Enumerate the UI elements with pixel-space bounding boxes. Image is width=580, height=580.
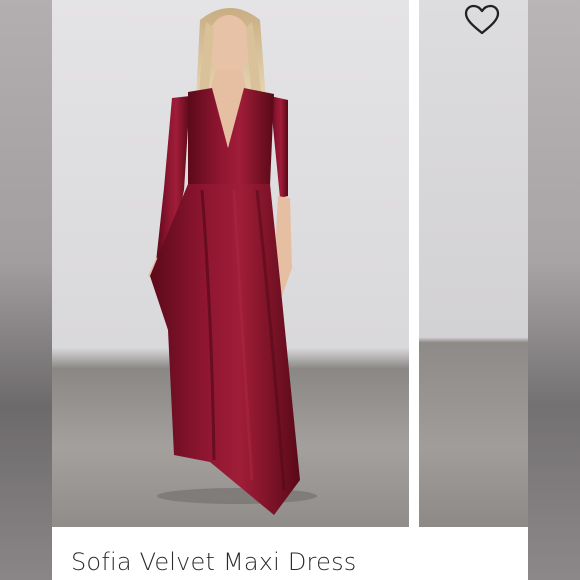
dress-model-illustration xyxy=(148,8,317,515)
heart-icon xyxy=(464,4,500,35)
main-product-image[interactable] xyxy=(52,0,409,527)
like-button[interactable] xyxy=(463,2,501,38)
secondary-product-image[interactable] xyxy=(419,0,528,527)
blurred-background-right xyxy=(528,0,580,580)
listing-title[interactable]: Sofia Velvet Maxi Dress xyxy=(71,548,356,576)
listing-card: Sofia Velvet Maxi Dress xyxy=(52,0,528,580)
blurred-background-left xyxy=(0,0,52,580)
